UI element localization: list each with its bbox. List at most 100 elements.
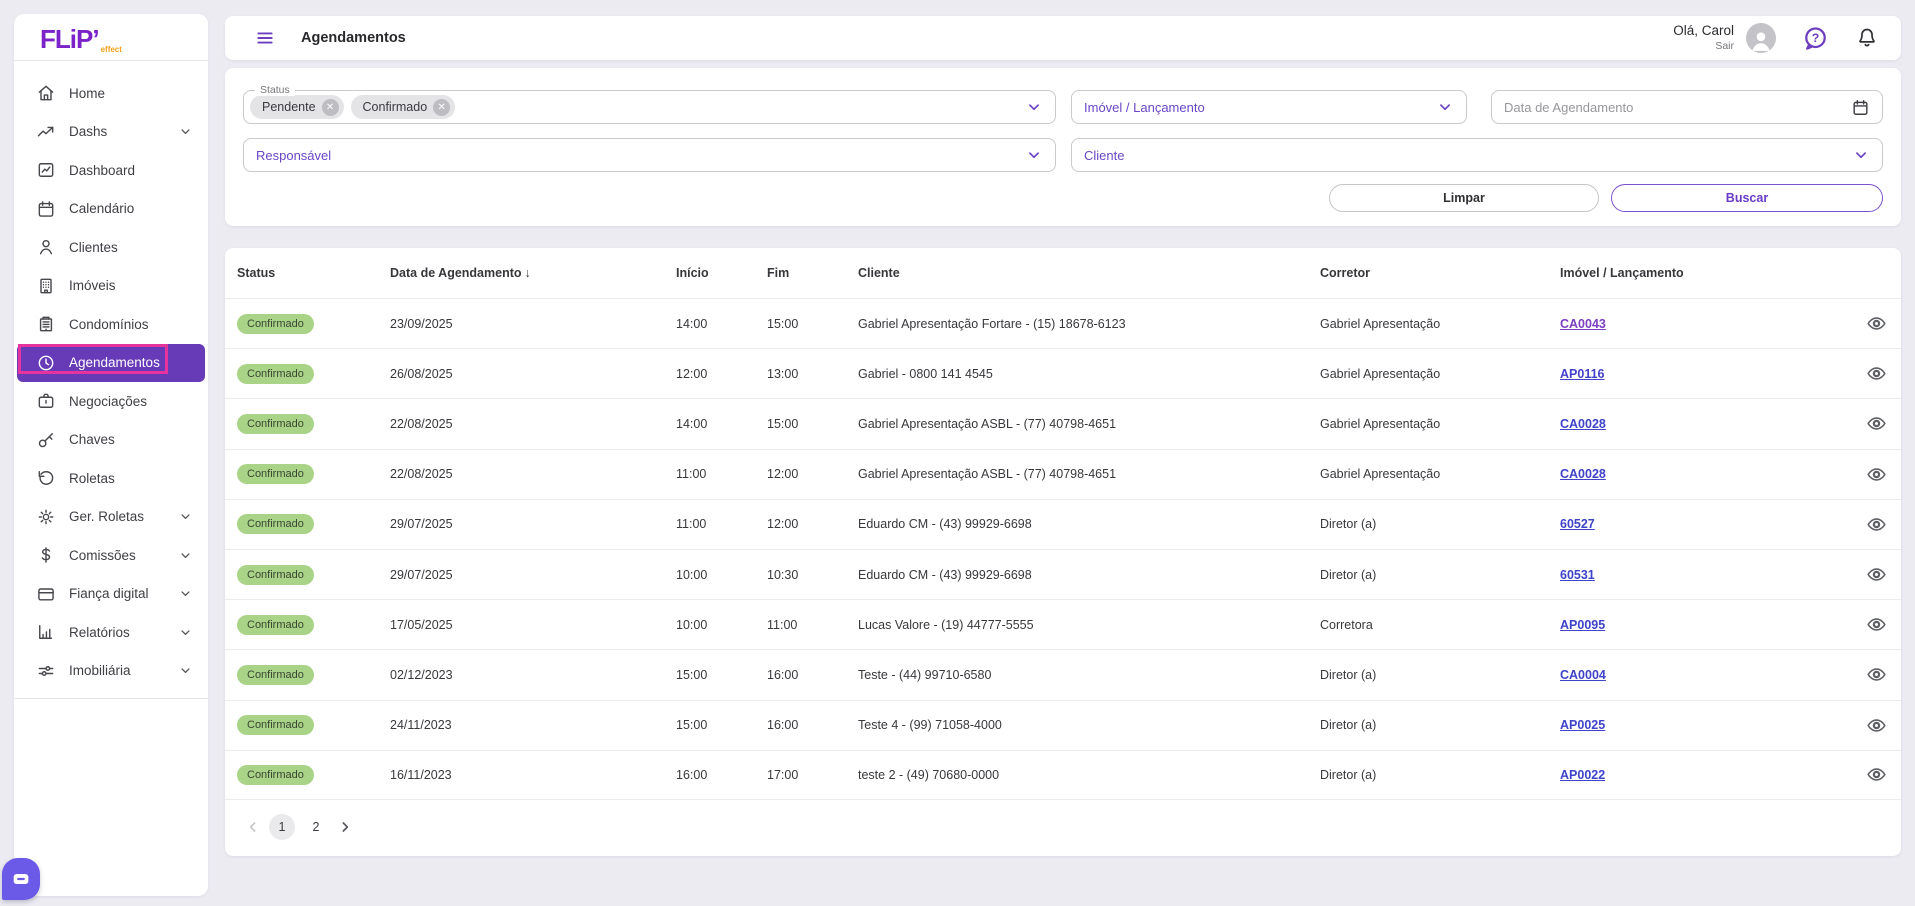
eye-icon[interactable] [1866,664,1887,685]
table-row: Confirmado 29/07/2025 11:00 12:00 Eduard… [225,498,1901,549]
sidebar-item-roletas[interactable]: Roletas [17,459,205,498]
date-filter-input[interactable]: Data de Agendamento [1491,90,1883,124]
chat-fab-button[interactable] [2,858,40,900]
status-chip-pendente[interactable]: Pendente ✕ [250,95,344,119]
property-link[interactable]: CA0004 [1560,668,1606,682]
status-chip-confirmado[interactable]: Confirmado ✕ [350,95,456,119]
barchart-icon [36,622,56,642]
sidebar-item-calendario[interactable]: Calendário [17,190,205,229]
appointments-table: Status Data de Agendamento ↓ Início Fim C… [225,248,1901,856]
chat-bubble-icon [10,868,32,890]
cell-start-time: 11:00 [676,467,707,482]
sidebar-item-imobiliaria[interactable]: Imobiliária [17,652,205,691]
trending-icon [36,122,56,142]
column-header-end[interactable]: Fim [755,266,846,280]
sidebar-item-agendamentos[interactable]: Agendamentos [17,343,205,382]
page-button-2[interactable]: 2 [303,814,329,840]
table-row: Confirmado 24/11/2023 15:00 16:00 Teste … [225,699,1901,750]
responsavel-filter-select[interactable]: Responsável [243,138,1056,172]
column-header-status[interactable]: Status [225,266,378,280]
sidebar-item-imoveis[interactable]: Imóveis [17,267,205,306]
clear-button[interactable]: Limpar [1329,184,1599,212]
logout-link[interactable]: Sair [1673,40,1734,53]
eye-icon[interactable] [1866,715,1887,736]
sidebar-item-chaves[interactable]: Chaves [17,421,205,460]
calendar-icon [36,199,56,219]
eye-icon[interactable] [1866,413,1887,434]
sidebar-item-clientes[interactable]: Clientes [17,228,205,267]
chevron-down-icon [178,663,193,678]
column-header-start[interactable]: Início [664,266,755,280]
property-link[interactable]: 60527 [1560,517,1595,531]
column-header-date[interactable]: Data de Agendamento ↓ [378,266,664,280]
cell-broker: Gabriel Apresentação [1320,316,1441,331]
sidebar-item-comissoes[interactable]: Comissões [17,536,205,575]
eye-icon[interactable] [1866,764,1887,785]
sidebar-item-dashs[interactable]: Dashs [17,113,205,152]
status-filter-select[interactable]: Status Pendente ✕ Confirmado ✕ [243,84,1056,124]
sidebar-item-condominios[interactable]: Condomínios [17,305,205,344]
remove-chip-icon[interactable]: ✕ [321,98,339,116]
sidebar-item-relatorios[interactable]: Relatórios [17,613,205,652]
property-link[interactable]: AP0022 [1560,768,1605,782]
sort-descending-icon[interactable]: ↓ [525,266,531,280]
property-link[interactable]: CA0028 [1560,467,1606,481]
sidebar-item-negociacoes[interactable]: Negociações [17,382,205,421]
eye-icon[interactable] [1866,564,1887,585]
calendar-icon[interactable] [1851,98,1870,117]
cell-start-time: 12:00 [676,366,708,381]
cell-start-time: 14:00 [676,316,708,331]
cliente-filter-select[interactable]: Cliente [1071,138,1883,172]
column-header-property[interactable]: Imóvel / Lançamento [1548,266,1798,280]
cell-start-time: 10:00 [676,617,708,632]
briefcase-icon [36,391,56,411]
eye-icon[interactable] [1866,514,1887,535]
cell-broker: Diretor (a) [1320,718,1377,733]
sidebar-item-dashboard[interactable]: Dashboard [17,151,205,190]
imovel-filter-select[interactable]: Imóvel / Lançamento [1071,90,1467,124]
sidebar-item-label: Roletas [69,470,115,486]
column-header-client[interactable]: Cliente [846,266,1308,280]
cell-broker: Diretor (a) [1320,517,1377,532]
cell-end-time: 12:00 [767,517,799,532]
cell-date: 26/08/2025 [390,366,453,381]
property-link[interactable]: AP0095 [1560,618,1605,632]
cell-client: Teste - (44) 99710-6580 [858,667,992,682]
property-link[interactable]: CA0043 [1560,317,1606,331]
flip-logo: FLiP’effect [14,14,208,54]
previous-page-icon[interactable] [241,815,265,839]
cell-client: Eduardo CM - (43) 99929-6698 [858,517,1032,532]
sidebar-item-fianca-digital[interactable]: Fiança digital [17,575,205,614]
cell-date: 16/11/2023 [390,767,452,782]
help-icon[interactable]: ? [1802,25,1829,52]
eye-icon[interactable] [1866,363,1887,384]
search-button[interactable]: Buscar [1611,184,1883,212]
chevron-down-icon [1852,146,1870,164]
cell-date: 22/08/2025 [390,416,453,431]
eye-icon[interactable] [1866,614,1887,635]
hamburger-menu-icon[interactable] [255,28,275,48]
property-link[interactable]: AP0116 [1560,367,1604,381]
cell-client: teste 2 - (49) 70680-0000 [858,767,1000,782]
chevron-down-icon [178,625,193,640]
logo-text: FLiP [40,24,93,54]
sidebar-item-home[interactable]: Home [17,74,205,113]
column-header-broker[interactable]: Corretor [1308,266,1548,280]
status-badge: Confirmado [237,464,314,485]
remove-chip-icon[interactable]: ✕ [433,98,451,116]
sidebar: FLiP’effect Home Dashs Dashboard Calendá… [14,14,208,896]
eye-icon[interactable] [1866,464,1887,485]
eye-icon[interactable] [1866,313,1887,334]
status-badge: Confirmado [237,664,314,685]
status-badge: Confirmado [237,764,314,785]
page-button-1[interactable]: 1 [269,813,295,840]
user-avatar[interactable] [1746,23,1776,53]
next-page-icon[interactable] [333,815,357,839]
property-link[interactable]: AP0025 [1560,718,1605,732]
chart-icon [36,160,56,180]
property-link[interactable]: CA0028 [1560,417,1606,431]
notification-bell-icon[interactable] [1855,26,1879,50]
property-link[interactable]: 60531 [1560,568,1595,582]
sidebar-item-ger-roletas[interactable]: Ger. Roletas [17,498,205,537]
cell-end-time: 13:00 [767,366,799,381]
